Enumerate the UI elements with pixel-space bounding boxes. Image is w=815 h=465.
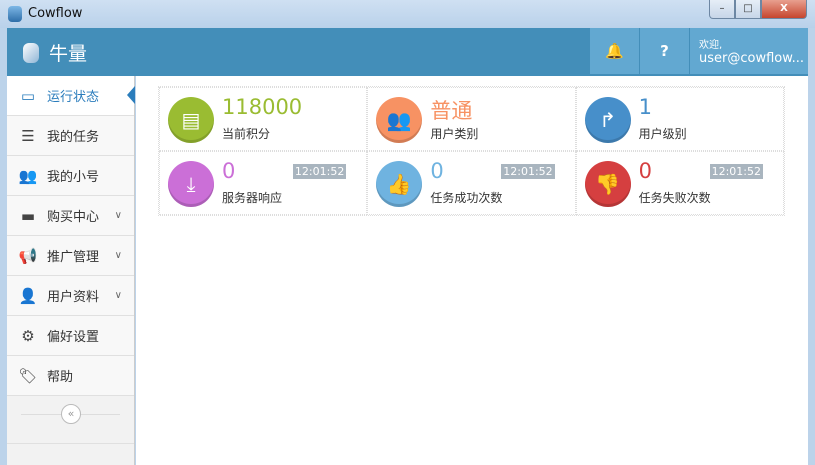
stats-grid: ▤ 118000 当前积分 👥 普通 用户类别 ↱ 1 用户级别 ⤓ 0 服务器响应 1… bbox=[158, 86, 785, 216]
stat-card: ↱ 1 用户级别 bbox=[575, 87, 784, 151]
sidebar-item-5[interactable]: 👤 用户资料 ∨ bbox=[7, 276, 134, 316]
stat-card: 👥 普通 用户类别 bbox=[367, 87, 576, 151]
main-content: ▤ 118000 当前积分 👥 普通 用户类别 ↱ 1 用户级别 ⤓ 0 服务器响应 1… bbox=[136, 76, 808, 465]
welcome-text: 欢迎, bbox=[699, 40, 723, 51]
stat-label: 用户类别 bbox=[430, 127, 479, 141]
chevron-down-icon: ∨ bbox=[114, 250, 122, 261]
download-icon: ⤓ bbox=[168, 161, 214, 207]
timestamp-badge: 12:01:52 bbox=[501, 164, 555, 179]
app-icon bbox=[8, 6, 22, 22]
stat-card: 👍 0 任务成功次数 12:01:52 bbox=[367, 151, 576, 215]
close-button[interactable]: X bbox=[761, 0, 807, 19]
stat-value: 118000 bbox=[222, 95, 303, 119]
maximize-button[interactable]: □ bbox=[735, 0, 761, 19]
chevron-down-icon: ∨ bbox=[114, 290, 122, 301]
stat-card: 👎 0 任务失败次数 12:01:52 bbox=[575, 151, 784, 215]
window-title: Cowflow bbox=[28, 6, 83, 21]
sidebar-item-label: 运行状态 bbox=[47, 90, 100, 105]
bullhorn-icon: 📢 bbox=[18, 246, 38, 265]
collapse-sidebar-button[interactable]: « bbox=[61, 404, 81, 424]
sidebar-item-label: 偏好设置 bbox=[47, 330, 100, 345]
sidebar-item-label: 我的小号 bbox=[47, 170, 100, 185]
notifications-button[interactable]: 🔔 bbox=[590, 28, 639, 74]
credit-card-icon: ▬ bbox=[20, 206, 36, 225]
monitor-icon: ▭ bbox=[20, 86, 36, 105]
user-email: user@cowflow... bbox=[699, 51, 805, 66]
sidebar-item-7[interactable]: 🏷 帮助 bbox=[7, 356, 134, 396]
users-icon: 👥 bbox=[18, 166, 38, 185]
help-button[interactable]: ? bbox=[640, 28, 689, 74]
timestamp-badge: 12:01:52 bbox=[709, 164, 763, 179]
sidebar-item-label: 购买中心 bbox=[47, 210, 100, 225]
level-up-icon: ↱ bbox=[584, 97, 631, 143]
bell-icon: 🔔 bbox=[605, 42, 624, 60]
logo-icon bbox=[23, 43, 39, 63]
user-icon: 👤 bbox=[18, 286, 38, 305]
stat-value: 0 bbox=[430, 159, 444, 183]
user-menu[interactable]: 欢迎, user@cowflow... bbox=[690, 28, 808, 74]
sidebar-item-1[interactable]: ☰ 我的任务 bbox=[7, 116, 134, 156]
gears-icon: ⚙ bbox=[21, 326, 35, 345]
thumbs-up-icon: 👍 bbox=[376, 161, 423, 207]
stat-value: 1 bbox=[638, 95, 653, 119]
sidebar-item-label: 帮助 bbox=[47, 370, 74, 385]
stat-card: ▤ 118000 当前积分 bbox=[159, 87, 368, 151]
tasks-icon: ☰ bbox=[21, 126, 35, 145]
stat-card: ⤓ 0 服务器响应 12:01:52 bbox=[159, 151, 368, 215]
stat-value: 0 bbox=[222, 159, 236, 183]
title-bar: Cowflow – □ X bbox=[0, 0, 815, 28]
sidebar-item-label: 用户资料 bbox=[47, 290, 100, 305]
stat-value: 0 bbox=[638, 159, 653, 183]
stat-label: 任务失败次数 bbox=[638, 191, 711, 205]
tag-icon: 🏷 bbox=[18, 366, 38, 385]
timestamp-badge: 12:01:52 bbox=[292, 164, 347, 179]
thumbs-down-icon: 👎 bbox=[584, 161, 631, 207]
chevron-down-icon: ∨ bbox=[114, 210, 122, 221]
users-icon: 👥 bbox=[376, 97, 423, 143]
sidebar-item-4[interactable]: 📢 推广管理 ∨ bbox=[7, 236, 134, 276]
app-header: 牛量 🔔 ? 欢迎, user@cowflow... bbox=[7, 28, 808, 76]
sidebar-collapse: « bbox=[7, 396, 134, 444]
sidebar-item-0[interactable]: ▭ 运行状态 bbox=[7, 76, 135, 116]
sidebar-item-label: 推广管理 bbox=[47, 250, 100, 265]
stat-label: 用户级别 bbox=[638, 127, 687, 141]
minimize-button[interactable]: – bbox=[709, 0, 735, 19]
stat-label: 当前积分 bbox=[222, 127, 271, 141]
credit-card-icon: ▤ bbox=[168, 97, 214, 143]
sidebar-item-3[interactable]: ▬ 购买中心 ∨ bbox=[7, 196, 134, 236]
stat-label: 任务成功次数 bbox=[430, 191, 503, 205]
brand-title: 牛量 bbox=[49, 43, 88, 65]
sidebar-item-label: 我的任务 bbox=[47, 130, 100, 145]
stat-label: 服务器响应 bbox=[222, 191, 283, 205]
sidebar-item-2[interactable]: 👥 我的小号 bbox=[7, 156, 134, 196]
sidebar: ▭ 运行状态 ☰ 我的任务 👥 我的小号 ▬ 购买中心 ∨ 📢 推广管理 ∨ 👤 用户资料 ∨ ⚙ 偏好设置 🏷 帮… bbox=[7, 76, 135, 465]
sidebar-item-6[interactable]: ⚙ 偏好设置 bbox=[7, 316, 134, 356]
stat-value: 普通 bbox=[430, 99, 473, 123]
